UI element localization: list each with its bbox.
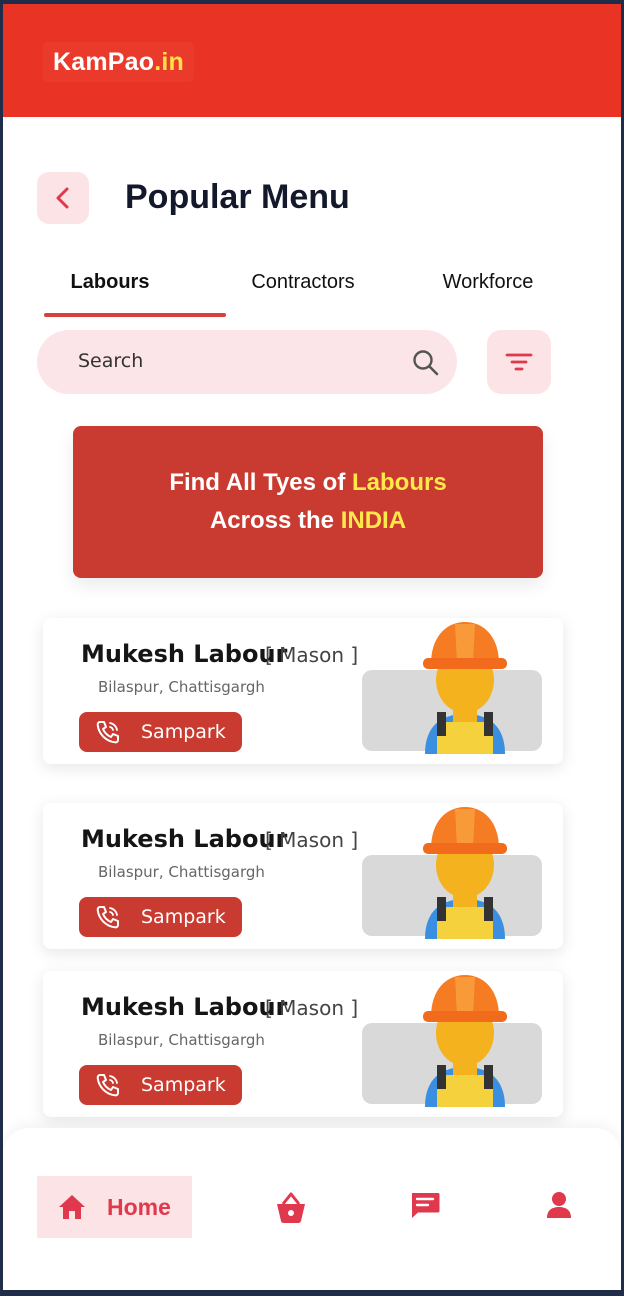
- bottom-navigation: Home: [3, 1128, 621, 1290]
- app-screen: KamPao .in Popular Menu Labours Contracto…: [3, 4, 621, 1290]
- labour-card[interactable]: Mukesh Labour [ Mason ] Bilaspur, Chatti…: [43, 971, 563, 1117]
- labour-card[interactable]: Mukesh Labour [ Mason ] Bilaspur, Chatti…: [43, 618, 563, 764]
- banner-line-2-highlight: INDIA: [340, 507, 407, 534]
- search-placeholder: Search: [78, 350, 144, 372]
- search-icon[interactable]: [411, 348, 441, 378]
- sampark-label: Sampark: [141, 721, 226, 743]
- profile-icon[interactable]: [545, 1190, 573, 1220]
- worker-avatar-icon: [423, 807, 507, 939]
- message-icon[interactable]: [409, 1190, 441, 1220]
- basket-icon[interactable]: [273, 1190, 309, 1224]
- banner-line-2: Across the INDIA: [210, 502, 406, 540]
- banner-line-1-highlight: Labours: [351, 469, 447, 496]
- top-bar: KamPao .in: [3, 4, 621, 117]
- device-frame: KamPao .in Popular Menu Labours Contracto…: [0, 0, 624, 1296]
- labour-role: [ Mason ]: [265, 828, 359, 852]
- labour-name: Mukesh Labour: [81, 825, 288, 853]
- labour-name: Mukesh Labour: [81, 993, 288, 1021]
- tab-workforce[interactable]: Workforce: [428, 262, 548, 302]
- back-button[interactable]: [37, 172, 89, 224]
- banner-line-1-text: Find All Tyes of: [169, 469, 352, 496]
- category-tabs: Labours Contractors Workforce: [3, 262, 621, 318]
- phone-call-icon: [96, 906, 119, 929]
- promo-banner[interactable]: Find All Tyes of Labours Across the INDI…: [73, 426, 543, 578]
- labour-location: Bilaspur, Chattisgargh: [98, 678, 265, 696]
- filter-icon: [505, 353, 533, 371]
- app-logo[interactable]: KamPao .in: [43, 42, 195, 82]
- home-icon: [59, 1195, 85, 1219]
- worker-avatar-icon: [423, 622, 507, 754]
- nav-home[interactable]: Home: [37, 1176, 192, 1238]
- tab-contractors[interactable]: Contractors: [233, 262, 373, 302]
- sampark-label: Sampark: [141, 906, 226, 928]
- labour-role: [ Mason ]: [265, 643, 359, 667]
- sampark-button[interactable]: Sampark: [79, 1065, 242, 1105]
- sampark-button[interactable]: Sampark: [79, 897, 242, 937]
- phone-call-icon: [96, 721, 119, 744]
- phone-call-icon: [96, 1074, 119, 1097]
- banner-line-1: Find All Tyes of Labours: [169, 464, 446, 502]
- labour-location: Bilaspur, Chattisgargh: [98, 1031, 265, 1049]
- filter-button[interactable]: [487, 330, 551, 394]
- labour-name: Mukesh Labour: [81, 640, 288, 668]
- worker-avatar-icon: [423, 975, 507, 1107]
- banner-line-2-text: Across the: [209, 507, 341, 534]
- logo-tld: .in: [154, 47, 185, 76]
- logo-main: KamPao: [53, 47, 155, 76]
- chevron-left-icon: [56, 187, 69, 209]
- search-input[interactable]: Search: [37, 330, 457, 394]
- sampark-label: Sampark: [141, 1074, 226, 1096]
- tab-labours[interactable]: Labours: [44, 262, 176, 302]
- page-title: Popular Menu: [125, 178, 350, 216]
- sampark-button[interactable]: Sampark: [79, 712, 242, 752]
- nav-home-label: Home: [107, 1193, 171, 1220]
- labour-card[interactable]: Mukesh Labour [ Mason ] Bilaspur, Chatti…: [43, 803, 563, 949]
- active-tab-indicator: [44, 313, 226, 317]
- labour-location: Bilaspur, Chattisgargh: [98, 863, 265, 881]
- labour-role: [ Mason ]: [265, 996, 359, 1020]
